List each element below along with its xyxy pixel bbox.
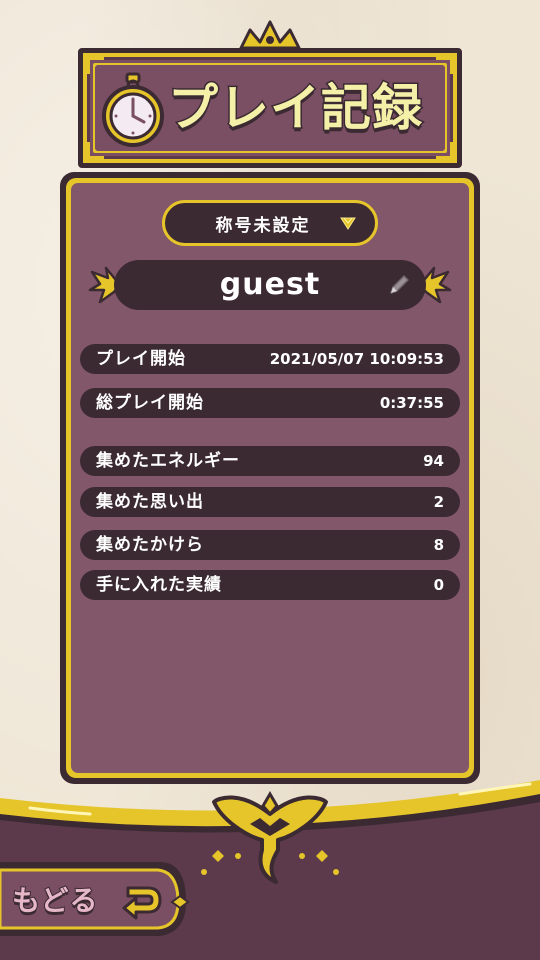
title-select-button[interactable]: 称号未設定	[162, 200, 378, 246]
title-select-label: 称号未設定	[215, 215, 311, 236]
stat-value: 2021/05/07 10:09:53	[269, 350, 444, 368]
player-name-bar: guest	[114, 260, 426, 310]
stat-value: 94	[423, 452, 444, 470]
stat-row-total-play: 総プレイ開始 0:37:55	[80, 388, 460, 418]
stat-value: 8	[433, 536, 444, 554]
stat-value: 2	[433, 493, 444, 511]
stat-label: 手に入れた実績	[96, 575, 222, 595]
pocket-watch-icon	[102, 72, 164, 147]
stat-label: 総プレイ開始	[96, 393, 204, 413]
stat-value: 0	[433, 576, 444, 594]
stat-row-play-start: プレイ開始 2021/05/07 10:09:53	[80, 344, 460, 374]
stat-value: 0:37:55	[379, 394, 444, 412]
pencil-edit-icon[interactable]	[386, 272, 412, 298]
back-button-label: もどる	[11, 883, 99, 918]
stat-row-energy: 集めたエネルギー 94	[80, 446, 460, 476]
gem-dropdown-icon	[340, 217, 356, 230]
stat-row-fragments: 集めたかけら 8	[80, 530, 460, 560]
stat-row-memories: 集めた思い出 2	[80, 487, 460, 517]
stat-row-achievements: 手に入れた実績 0	[80, 570, 460, 600]
stat-label: 集めたかけら	[96, 535, 204, 555]
stat-label: 集めたエネルギー	[96, 451, 240, 471]
stat-label: プレイ開始	[96, 349, 186, 369]
return-arrow-icon	[122, 886, 162, 920]
player-name: guest	[219, 267, 321, 302]
stat-label: 集めた思い出	[96, 492, 204, 512]
page-title: プレイ記録	[167, 78, 424, 139]
